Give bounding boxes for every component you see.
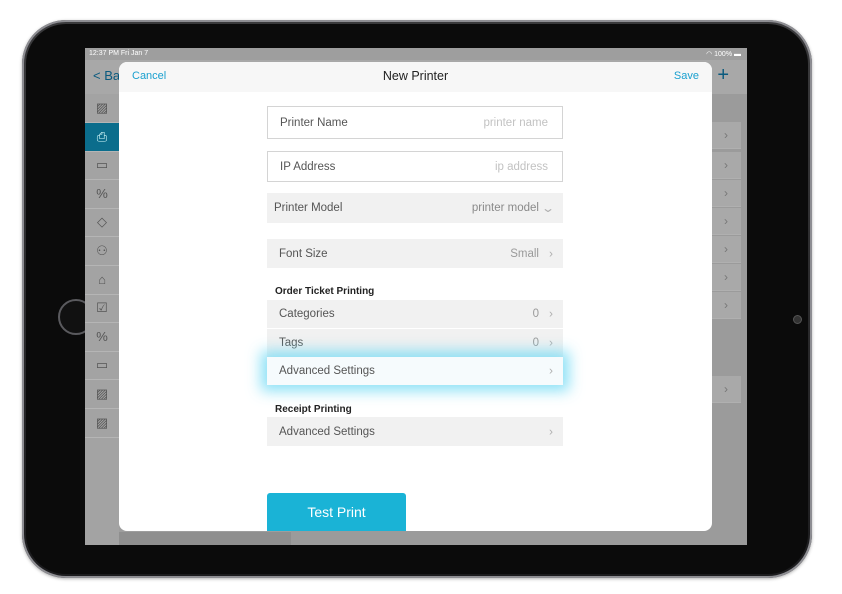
percent-box-icon: % — [96, 329, 108, 345]
chevron-right-icon: › — [549, 335, 553, 350]
list-row[interactable]: › — [711, 376, 741, 403]
receipt-printing-heading: Receipt Printing — [275, 404, 352, 415]
modal-title: New Printer — [382, 69, 449, 83]
chevron-right-icon: › — [549, 363, 553, 378]
list-row[interactable]: › — [711, 152, 741, 179]
font-size-label: Font Size — [279, 247, 328, 260]
sidebar-item-monitor[interactable]: ▭ — [85, 351, 119, 381]
receipt-advanced-settings-row[interactable]: Advanced Settings › — [267, 417, 563, 446]
chart-icon: ▨ — [95, 414, 109, 430]
sidebar-item-store[interactable]: ⌂ — [85, 266, 119, 295]
order-ticket-heading: Order Ticket Printing — [275, 286, 375, 297]
tags-count: 0 — [532, 337, 539, 349]
store-icon: ⌂ — [98, 272, 106, 288]
monitor-icon: ▭ — [95, 357, 109, 373]
status-battery: ◠ 100% ▬ — [706, 50, 741, 58]
tags-label: Tags — [279, 337, 304, 349]
chevron-right-icon: › — [549, 246, 553, 261]
camera-icon — [793, 315, 802, 324]
sidebar-item-discount[interactable]: % — [85, 180, 119, 209]
order-advanced-settings-row[interactable]: Advanced Settings › — [267, 357, 563, 385]
printer-model-value: printer model — [471, 202, 539, 214]
sidebar-item-users[interactable]: ⚇ — [85, 237, 119, 266]
clipboard-icon: ☑ — [96, 300, 108, 316]
printer-icon: ⎙ — [96, 128, 108, 144]
categories-label: Categories — [279, 308, 335, 320]
chart-icon: ▨ — [95, 100, 109, 115]
printer-name-field[interactable]: Printer Name printer name — [267, 106, 563, 139]
printer-name-input[interactable]: printer name — [483, 117, 548, 129]
categories-count: 0 — [532, 308, 539, 320]
back-button[interactable]: < Ba — [93, 68, 120, 83]
test-print-button[interactable]: Test Print — [267, 493, 406, 531]
printer-model-label: Printer Model — [274, 202, 343, 214]
list-row[interactable]: › — [711, 292, 741, 319]
battery-level: 100% — [714, 51, 733, 58]
font-size-value: Small — [510, 247, 539, 260]
list-row[interactable]: › — [711, 236, 741, 263]
list-row[interactable]: › — [711, 180, 741, 207]
sidebar-item-percent-box[interactable]: % — [85, 323, 119, 352]
chart-icon: ▨ — [95, 386, 109, 401]
users-icon: ⚇ — [96, 243, 108, 258]
wifi-icon: ◠ — [706, 51, 715, 58]
add-button[interactable]: + — [717, 64, 729, 87]
discount-icon: % — [96, 186, 108, 202]
diamond-icon: ◇ — [97, 214, 107, 230]
ip-address-input[interactable]: ip address — [495, 161, 548, 173]
sidebar: ▨ ⎙ ▭% ◇ ⚇ ⌂ ☑% ▭ ▨ ▨ — [85, 94, 119, 545]
new-printer-modal: Cancel New Printer Save Printer Name pri… — [119, 62, 712, 531]
list-row[interactable]: › — [711, 122, 741, 149]
sidebar-item-printer[interactable]: ⎙ — [85, 122, 119, 152]
chevron-right-icon: › — [549, 424, 553, 439]
sidebar-item-tray[interactable]: ▭ — [85, 151, 119, 181]
advanced-settings-label: Advanced Settings — [279, 425, 375, 438]
save-button[interactable]: Save — [674, 70, 699, 82]
background-footer — [119, 532, 291, 545]
battery-icon: ▬ — [732, 51, 741, 58]
chevron-down-icon: ⌄ — [540, 201, 556, 215]
ip-address-label: IP Address — [280, 160, 336, 173]
status-time: 12:37 PM Fri Jan 7 — [89, 50, 149, 57]
sidebar-item-chart[interactable]: ▨ — [85, 409, 119, 438]
tags-row[interactable]: Tags 0 › — [267, 329, 563, 357]
list-row[interactable]: › — [711, 264, 741, 291]
printer-model-select[interactable]: Printer Model printer model ⌄ — [267, 193, 563, 223]
sidebar-item-diamond[interactable]: ◇ — [85, 208, 119, 238]
categories-row[interactable]: Categories 0 › — [267, 300, 563, 328]
list-row[interactable]: › — [711, 208, 741, 235]
sidebar-item-chart[interactable]: ▨ — [85, 380, 119, 409]
sidebar-item-chart[interactable]: ▨ — [85, 94, 119, 123]
ip-address-field[interactable]: IP Address ip address — [267, 151, 563, 182]
printer-name-label: Printer Name — [280, 116, 348, 129]
font-size-row[interactable]: Font Size Small › — [267, 239, 563, 268]
chevron-right-icon: › — [549, 306, 553, 321]
tray-icon: ▭ — [95, 157, 109, 173]
status-bar: 12:37 PM Fri Jan 7 ◠ 100% ▬ — [85, 48, 747, 60]
sidebar-item-clipboard[interactable]: ☑ — [85, 294, 119, 324]
modal-header: Cancel New Printer Save — [119, 62, 712, 92]
advanced-settings-label: Advanced Settings — [279, 365, 375, 377]
